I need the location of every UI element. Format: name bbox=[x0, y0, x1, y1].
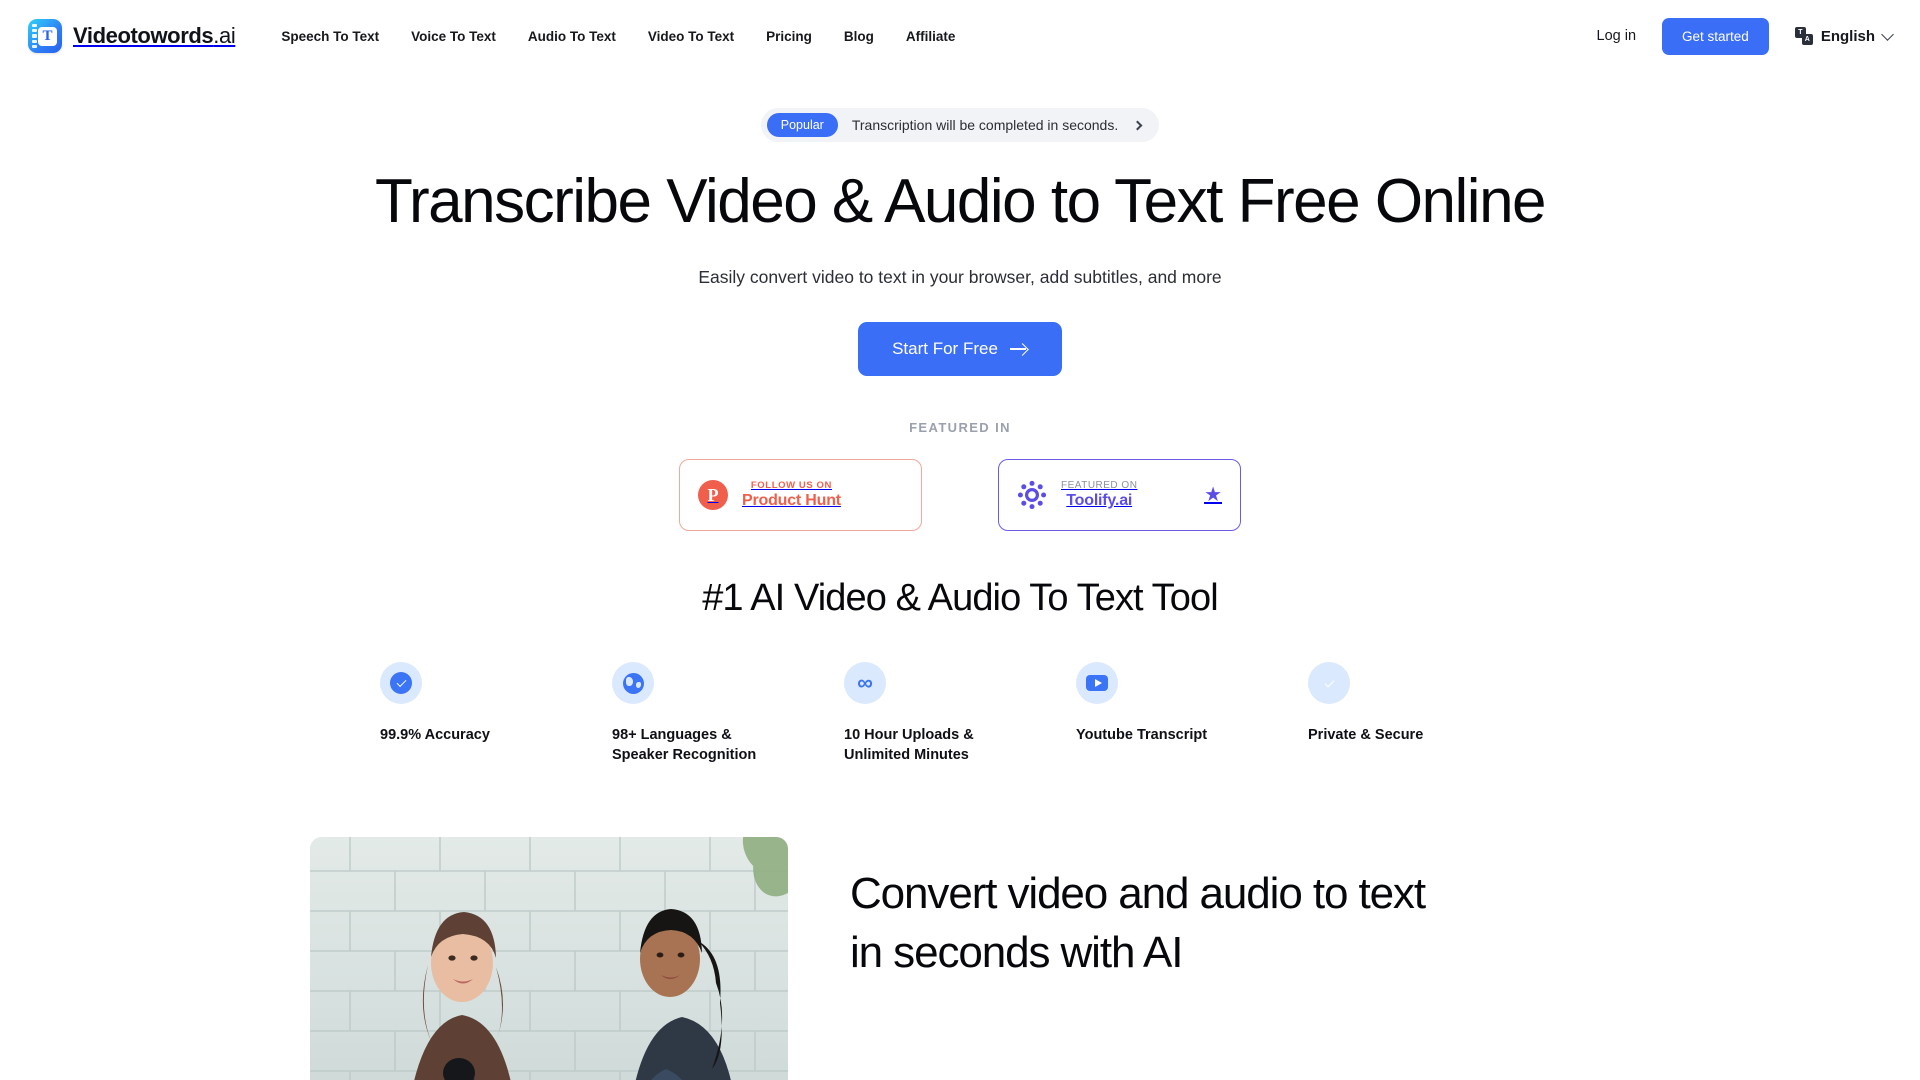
featured-badges: P FOLLOW US ON Product Hunt FEATURED ON … bbox=[0, 459, 1920, 532]
announcement-text: Transcription will be completed in secon… bbox=[851, 117, 1119, 133]
toolify-subtitle: FEATURED ON bbox=[1061, 480, 1138, 492]
shield-check-icon bbox=[1319, 672, 1339, 694]
page-title: Transcribe Video & Audio to Text Free On… bbox=[374, 167, 1547, 236]
announcement-badge: Popular bbox=[766, 113, 838, 137]
nav-item-speech-to-text[interactable]: Speech To Text bbox=[281, 29, 379, 44]
header-actions: Log in Get started T A English bbox=[1597, 17, 1894, 55]
toolify-title: Toolify.ai bbox=[1066, 492, 1133, 510]
feature-item-uploads: ∞ 10 Hour Uploads & Unlimited Minutes bbox=[844, 662, 1076, 765]
product-hunt-icon: P bbox=[698, 480, 728, 511]
product-hunt-title: Product Hunt bbox=[742, 492, 841, 510]
start-for-free-label: Start For Free bbox=[892, 339, 998, 359]
toolify-icon bbox=[1017, 480, 1047, 510]
feature-item-private: Private & Secure bbox=[1308, 662, 1540, 765]
feature-label: 98+ Languages & Speaker Recognition bbox=[612, 727, 757, 764]
convert-heading: Convert video and audio to text in secon… bbox=[850, 869, 1426, 977]
nav-item-audio-to-text[interactable]: Audio To Text bbox=[528, 29, 616, 44]
language-label: English bbox=[1820, 27, 1875, 45]
arrow-right-icon bbox=[1009, 343, 1028, 355]
youtube-play-icon bbox=[1086, 675, 1108, 692]
chevron-down-icon bbox=[1881, 27, 1894, 41]
translate-icon-letter-2: A bbox=[1801, 34, 1813, 45]
feature-item-youtube: Youtube Transcript bbox=[1076, 662, 1308, 765]
product-hunt-text: FOLLOW US ON Product Hunt bbox=[742, 480, 841, 510]
announcement-pill[interactable]: Popular Transcription will be completed … bbox=[760, 108, 1160, 142]
feature-icon-wrap bbox=[1076, 662, 1118, 705]
globe-icon bbox=[622, 672, 644, 694]
get-started-button[interactable]: Get started bbox=[1662, 17, 1769, 55]
podcast-photo bbox=[310, 837, 788, 1080]
main-nav: Speech To Text Voice To Text Audio To Te… bbox=[281, 29, 955, 44]
feature-icon-wrap: ∞ bbox=[844, 662, 886, 705]
feature-label: Private & Secure bbox=[1308, 727, 1424, 744]
nav-item-pricing[interactable]: Pricing bbox=[766, 29, 812, 44]
features-list: 99.9% Accuracy 98+ Languages & Speaker R… bbox=[380, 662, 1540, 765]
feature-icon-wrap bbox=[612, 662, 654, 705]
feature-label: 10 Hour Uploads & Unlimited Minutes bbox=[844, 727, 974, 764]
logo-letter: T bbox=[38, 27, 57, 46]
infinity-icon: ∞ bbox=[857, 670, 873, 696]
start-for-free-button[interactable]: Start For Free bbox=[858, 322, 1062, 377]
login-link[interactable]: Log in bbox=[1597, 28, 1637, 44]
brand-name-main: Videotowords bbox=[73, 23, 214, 48]
product-hunt-subtitle: FOLLOW US ON bbox=[750, 480, 832, 492]
film-strip-icon bbox=[32, 24, 37, 48]
toolify-badge[interactable]: FEATURED ON Toolify.ai ★ bbox=[998, 459, 1241, 532]
brand-name: Videotowords.ai bbox=[73, 23, 236, 49]
hero-section: Popular Transcription will be completed … bbox=[0, 72, 1920, 532]
feature-label: 99.9% Accuracy bbox=[380, 727, 490, 744]
feature-icon-wrap bbox=[1308, 662, 1350, 705]
site-header: T Videotowords.ai Speech To Text Voice T… bbox=[0, 0, 1920, 72]
features-title: #1 AI Video & Audio To Text Tool bbox=[702, 577, 1219, 620]
feature-icon-wrap bbox=[380, 662, 422, 705]
featured-in-label: FEATURED IN bbox=[909, 420, 1011, 436]
star-icon: ★ bbox=[1204, 484, 1222, 507]
feature-item-languages: 98+ Languages & Speaker Recognition bbox=[612, 662, 844, 765]
product-hunt-badge[interactable]: P FOLLOW US ON Product Hunt bbox=[679, 459, 922, 532]
feature-label: Youtube Transcript bbox=[1076, 727, 1208, 744]
nav-item-voice-to-text[interactable]: Voice To Text bbox=[411, 29, 496, 44]
nav-item-blog[interactable]: Blog bbox=[844, 29, 874, 44]
toolify-text: FEATURED ON Toolify.ai bbox=[1061, 480, 1137, 510]
convert-section: Convert video and audio to text in secon… bbox=[310, 837, 1610, 1080]
nav-item-video-to-text[interactable]: Video To Text bbox=[648, 29, 734, 44]
page-subtitle: Easily convert video to text in your bro… bbox=[698, 267, 1222, 288]
check-badge-icon bbox=[390, 672, 412, 695]
translate-icon: T A bbox=[1794, 27, 1813, 45]
feature-item-accuracy: 99.9% Accuracy bbox=[380, 662, 612, 765]
nav-item-affiliate[interactable]: Affiliate bbox=[906, 29, 956, 44]
chevron-right-icon bbox=[1132, 120, 1143, 130]
language-selector[interactable]: T A English bbox=[1794, 27, 1894, 45]
brand-name-tld: .ai bbox=[213, 23, 236, 48]
logo-link[interactable]: T Videotowords.ai bbox=[28, 19, 236, 53]
logo-icon: T bbox=[28, 19, 62, 53]
